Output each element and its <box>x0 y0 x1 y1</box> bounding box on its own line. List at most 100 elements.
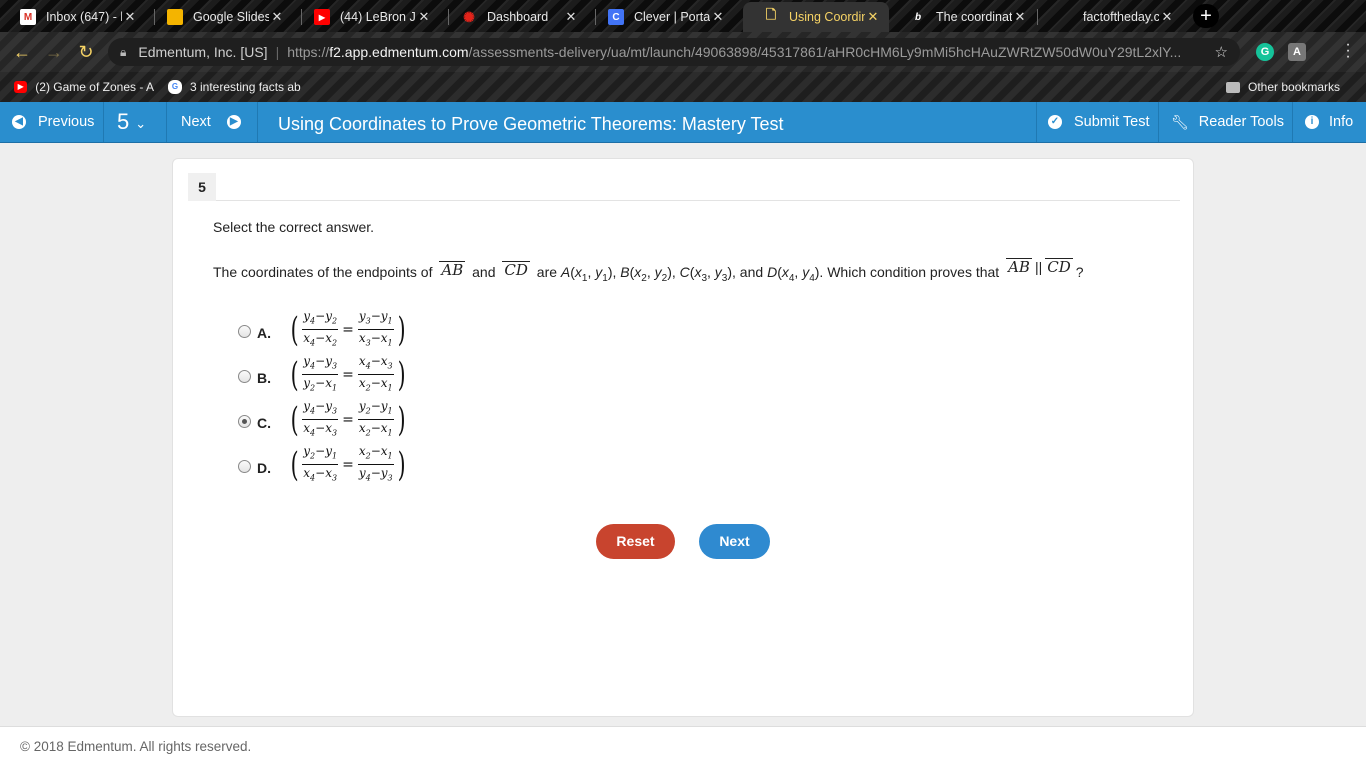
tab-youtube[interactable]: ▶ (44) LeBron Jar ✕ <box>294 2 440 32</box>
segment-ab: AB <box>439 261 466 279</box>
reset-button[interactable]: Reset <box>596 524 675 559</box>
divider <box>1036 102 1037 142</box>
tab-brainly[interactable]: b The coordinate ✕ <box>890 2 1036 32</box>
footer: © 2018 Edmentum. All rights reserved. <box>0 726 1366 768</box>
option-label: D. <box>257 460 271 476</box>
tab-title: Dashboard <box>487 10 549 24</box>
close-icon[interactable]: ✕ <box>563 9 579 25</box>
fraction-numerator: y4−y3 <box>302 399 339 421</box>
question-card: 5 Select the correct answer. The coordin… <box>172 158 1194 717</box>
radio-button-d[interactable] <box>238 460 251 473</box>
segment-cd: CD <box>502 261 530 279</box>
close-icon[interactable]: ✕ <box>1159 9 1175 25</box>
google-icon: G <box>168 80 182 94</box>
fraction-denominator: x4−x2 <box>303 331 338 348</box>
segment-ab: AB <box>1006 258 1032 276</box>
folder-icon <box>1226 81 1240 93</box>
bookmark-interesting-facts[interactable]: G 3 interesting facts ab <box>168 78 306 96</box>
divider <box>103 102 104 142</box>
tab-title: factoftheday.c <box>1083 10 1159 24</box>
extension-icon[interactable]: A <box>1288 43 1306 61</box>
question-selector[interactable]: 5 ⌄ <box>117 102 146 142</box>
close-icon[interactable]: ✕ <box>710 9 726 25</box>
bookmarks-bar: ▶ (2) Game of Zones - A G 3 interesting … <box>0 72 1366 102</box>
option-label: A. <box>257 325 271 341</box>
reader-tools-label: Reader Tools <box>1198 114 1284 130</box>
youtube-icon: ▶ <box>314 9 330 25</box>
option-formula: ( y2−y1 x4−x3 = x2−x1 y4−y3 ) <box>290 444 406 485</box>
tab-title: (44) LeBron Jar <box>340 10 416 24</box>
radio-button-a[interactable] <box>238 325 251 338</box>
close-icon[interactable]: ✕ <box>416 9 432 25</box>
bookmark-label: (2) Game of Zones - A <box>35 80 154 94</box>
reload-icon[interactable]: ↻ <box>74 40 98 64</box>
fraction-denominator: y4−y3 <box>358 466 393 483</box>
answer-option-c[interactable]: C. ( y4−y3 x4−x3 = y2−y1 x2−x1 ) <box>238 399 538 445</box>
browser-menu-icon[interactable]: · · · <box>1342 37 1354 65</box>
url-path: /assessments-delivery/ua/mt/launch/49063… <box>468 44 1182 60</box>
next-button[interactable]: Next <box>699 524 770 559</box>
arrow-right-circle-icon: ▶ <box>226 115 241 129</box>
submit-test-button[interactable]: ✓ Submit Test <box>1048 102 1150 142</box>
tab-title: Inbox (647) - la <box>46 10 122 24</box>
fraction-denominator: x4−x3 <box>303 466 338 483</box>
fraction-numerator: x2−x1 <box>357 444 394 466</box>
tab-factoftheday[interactable]: factoftheday.c ✕ <box>1037 2 1183 32</box>
fraction-numerator: x4−x3 <box>357 354 394 376</box>
radio-button-c-selected[interactable] <box>238 415 251 428</box>
forward-arrow-icon[interactable]: → <box>42 40 66 64</box>
fraction-numerator: y3−y1 <box>357 309 394 331</box>
tab-using-coordinates-active[interactable]: 🗋 Using Coordina ✕ <box>743 2 889 32</box>
fraction-denominator: y2−x1 <box>303 376 338 393</box>
canvas-icon: ✺ <box>463 8 475 25</box>
clever-icon: C <box>608 9 624 25</box>
bookmark-label: 3 interesting facts ab <box>190 80 301 94</box>
answer-option-b[interactable]: B. ( y4−y3 y2−x1 = x4−x3 x2−x1 ) <box>238 354 538 400</box>
fraction-numerator: y2−y1 <box>302 444 339 466</box>
close-icon[interactable]: ✕ <box>122 9 138 25</box>
back-arrow-icon[interactable]: ← <box>10 40 34 64</box>
bookmark-game-of-zones[interactable]: ▶ (2) Game of Zones - A <box>14 78 154 96</box>
question-instruction: Select the correct answer. <box>213 219 375 235</box>
tab-google-slides[interactable]: Google Slides ✕ <box>147 2 293 32</box>
endpoint-coordinates: A(x1, y1), B(x2, y2), C(x3, y3), and D(x… <box>560 264 824 284</box>
fraction-denominator: x2−x1 <box>358 376 393 393</box>
blank-icon <box>1057 9 1073 25</box>
check-circle-icon: ✓ <box>1048 115 1062 129</box>
previous-button[interactable]: ◀ Previous <box>12 102 94 142</box>
tab-title: The coordinate <box>936 10 1012 24</box>
option-formula: ( y4−y3 x4−x3 = y2−y1 x2−x1 ) <box>290 399 406 440</box>
close-icon[interactable]: ✕ <box>1012 9 1028 25</box>
grammarly-extension-icon[interactable]: G <box>1256 43 1274 61</box>
question-text-part: and <box>472 264 496 280</box>
document-icon: 🗋 <box>765 7 777 22</box>
submit-label: Submit Test <box>1074 114 1150 130</box>
tab-title: Using Coordina <box>789 10 865 24</box>
answer-option-a[interactable]: A. ( y4−y2 x4−x2 = y3−y1 x3−x1 ) <box>238 309 538 355</box>
question-header: 5 <box>188 173 1180 201</box>
arrow-left-circle-icon: ◀ <box>12 115 26 129</box>
lock-icon: 🔒︎ <box>120 44 127 59</box>
other-bookmarks[interactable]: Other bookmarks <box>1226 78 1340 96</box>
close-icon[interactable]: ✕ <box>865 9 881 25</box>
bookmark-star-icon[interactable]: ☆ <box>1215 43 1228 61</box>
option-formula: ( y4−y2 x4−x2 = y3−y1 x3−x1 ) <box>290 309 406 350</box>
segment-cd: CD <box>1045 258 1073 276</box>
info-button[interactable]: i Info <box>1305 102 1353 142</box>
tab-dashboard[interactable]: ✺ Dashboard ✕ <box>441 2 587 32</box>
close-icon[interactable]: ✕ <box>269 9 285 25</box>
reader-tools-button[interactable]: 🔧︎ Reader Tools <box>1171 102 1284 142</box>
new-tab-button[interactable]: + <box>1193 4 1219 28</box>
wrench-icon: 🔧︎ <box>1171 113 1189 130</box>
url-host: f2.app.edmentum.com <box>329 44 469 60</box>
info-label: Info <box>1329 114 1354 130</box>
previous-label: Previous <box>38 114 95 130</box>
question-text: The coordinates of the endpoints of AB a… <box>213 258 1173 284</box>
answer-option-d[interactable]: D. ( y2−y1 x4−x3 = x2−x1 y4−y3 ) <box>238 444 538 490</box>
radio-button-b[interactable] <box>238 370 251 383</box>
tab-gmail[interactable]: M Inbox (647) - la ✕ <box>0 2 146 32</box>
address-bar[interactable]: 🔒︎ Edmentum, Inc. [US] | https:// f2.app… <box>108 38 1240 66</box>
next-nav-button[interactable]: Next ▶ <box>181 102 241 142</box>
tab-clever[interactable]: C Clever | Portal ✕ <box>588 2 734 32</box>
browser-toolbar: ← → ↻ 🔒︎ Edmentum, Inc. [US] | https:// … <box>0 32 1366 72</box>
